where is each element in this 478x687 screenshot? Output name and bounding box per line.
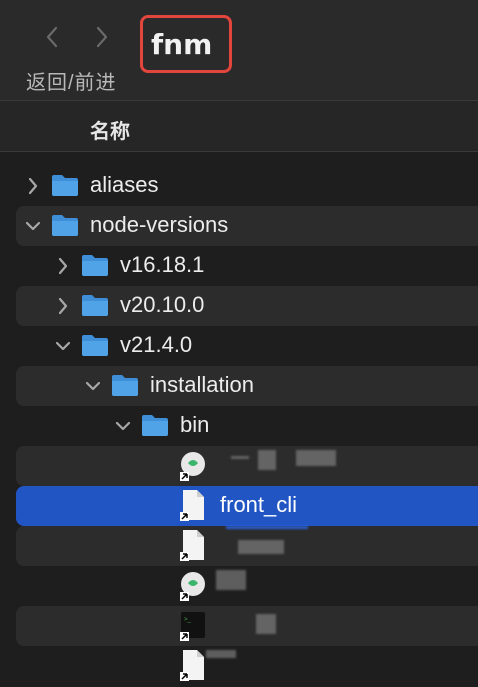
list-item[interactable]: bin bbox=[16, 406, 478, 446]
redacted-text bbox=[226, 526, 308, 529]
folder-icon bbox=[50, 212, 80, 238]
app-alias-icon bbox=[180, 568, 206, 602]
chevron-down-icon[interactable] bbox=[114, 416, 132, 436]
folder-name: aliases bbox=[90, 172, 159, 197]
folder-icon bbox=[80, 292, 110, 318]
list-item[interactable] bbox=[16, 646, 478, 686]
nav-label: 返回/前进 bbox=[26, 72, 117, 94]
list-item[interactable]: node-versions bbox=[16, 206, 478, 246]
list-item[interactable]: v16.18.1 bbox=[16, 246, 478, 286]
file-name: front_cli bbox=[220, 492, 298, 517]
document-alias-icon bbox=[180, 528, 206, 562]
redacted-text bbox=[206, 650, 236, 658]
folder-name: v20.10.0 bbox=[120, 292, 205, 317]
forward-button[interactable] bbox=[90, 22, 114, 52]
back-button[interactable] bbox=[40, 22, 64, 52]
name-column-header[interactable]: 名称 bbox=[90, 115, 130, 144]
chevron-down-icon[interactable] bbox=[54, 336, 72, 356]
list-item[interactable]: front_cli bbox=[16, 486, 478, 526]
folder-icon bbox=[50, 172, 80, 198]
chevron-right-icon[interactable] bbox=[54, 256, 72, 276]
folder-icon bbox=[80, 252, 110, 278]
chevron-right-icon[interactable] bbox=[54, 296, 72, 316]
chevron-right-icon[interactable] bbox=[24, 176, 42, 196]
folder-icon bbox=[80, 332, 110, 358]
window-title: fnm bbox=[151, 28, 213, 61]
column-header: 名称 bbox=[0, 100, 478, 152]
redacted-text bbox=[258, 450, 276, 470]
terminal-alias-icon: >_ bbox=[180, 608, 206, 642]
chevron-left-icon bbox=[46, 26, 58, 48]
redacted-text bbox=[216, 570, 246, 590]
document-alias-icon bbox=[180, 488, 206, 522]
chevron-right-icon bbox=[96, 26, 108, 48]
list-item[interactable]: aliases bbox=[16, 166, 478, 206]
redacted-text bbox=[256, 614, 276, 634]
document-alias-icon bbox=[180, 648, 206, 682]
folder-name: node-versions bbox=[90, 212, 229, 237]
list-item[interactable] bbox=[16, 446, 478, 486]
toolbar: 返回/前进 fnm bbox=[0, 0, 478, 100]
list-item[interactable]: v21.4.0 bbox=[16, 326, 478, 366]
redacted-text bbox=[296, 450, 336, 466]
folder-name: v16.18.1 bbox=[120, 252, 205, 277]
redacted-text bbox=[231, 456, 249, 459]
list-item[interactable]: >_ bbox=[16, 606, 478, 646]
folder-name: v21.4.0 bbox=[120, 332, 193, 357]
redacted-text bbox=[238, 540, 284, 554]
folder-name: bin bbox=[180, 412, 210, 437]
list-item[interactable] bbox=[16, 526, 478, 566]
folder-icon bbox=[110, 372, 140, 398]
chevron-down-icon[interactable] bbox=[24, 216, 42, 236]
list-item[interactable]: installation bbox=[16, 366, 478, 406]
app-alias-icon bbox=[180, 448, 206, 482]
svg-text:>_: >_ bbox=[184, 617, 192, 623]
list-item[interactable]: v20.10.0 bbox=[16, 286, 478, 326]
chevron-down-icon[interactable] bbox=[84, 376, 102, 396]
folder-name: installation bbox=[150, 372, 254, 397]
folder-icon bbox=[140, 412, 170, 438]
list-item[interactable] bbox=[16, 566, 478, 606]
